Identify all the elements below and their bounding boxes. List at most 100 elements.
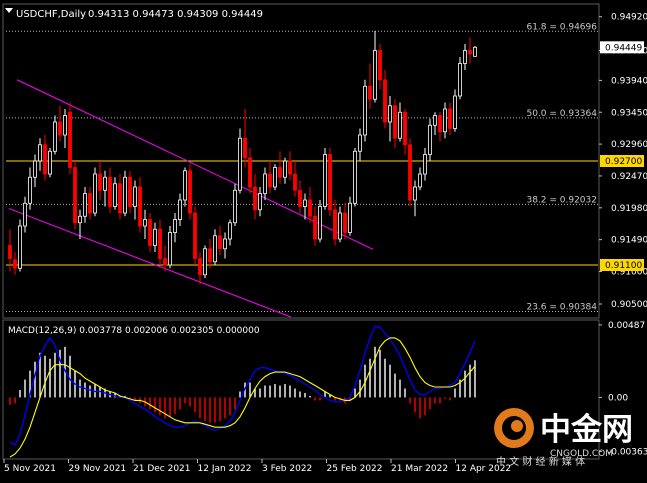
candle-body <box>93 173 97 214</box>
candle-body <box>453 95 457 129</box>
fib-level-label: 23.6 = 0.90384 <box>526 303 597 313</box>
candle-body <box>118 183 122 214</box>
candle-body <box>228 222 232 240</box>
candle-body <box>183 170 187 201</box>
candle-body <box>413 186 417 201</box>
candle-body <box>353 150 357 204</box>
candle-body <box>163 258 167 266</box>
candle-body <box>428 124 432 155</box>
candle-body <box>343 212 347 233</box>
candle-body <box>198 258 202 276</box>
current-price-label: 0.94449 <box>605 43 642 53</box>
candle-body <box>258 193 262 211</box>
ohlc-values: 0.94313 0.94473 0.94309 0.94449 <box>88 9 263 20</box>
symbol-label: USDCHF,Daily <box>16 9 86 20</box>
candle-body <box>38 144 42 162</box>
time-tick-label: 3 Feb 2022 <box>262 464 312 474</box>
chart-background <box>0 0 647 479</box>
time-tick-label: 25 Feb 2022 <box>327 464 383 474</box>
candle-body <box>358 134 362 152</box>
candle-body <box>273 167 277 188</box>
candle-body <box>28 176 32 204</box>
candle-body <box>368 85 372 100</box>
price-tick-label: 0.92470 <box>611 172 647 182</box>
level-tag-label: 0.92700 <box>605 157 642 167</box>
candle-body <box>98 173 102 191</box>
candle-body <box>53 121 57 152</box>
candle-body <box>363 85 367 136</box>
price-tick-label: 0.91980 <box>611 204 647 214</box>
fib-level-label: 38.2 = 0.92032 <box>526 195 597 205</box>
time-tick-label: 21 Mar 2022 <box>391 464 448 474</box>
candle-body <box>388 105 392 123</box>
candle-body <box>43 144 47 175</box>
candle-body <box>348 202 352 233</box>
level-tag-label: 0.91100 <box>605 261 642 271</box>
candle-body <box>58 121 62 136</box>
candle-body <box>148 219 152 246</box>
price-tick-label: 0.93450 <box>611 108 647 118</box>
candle-body <box>278 167 282 178</box>
candle-body <box>13 259 17 269</box>
candle-body <box>193 212 197 259</box>
candle-body <box>138 186 142 227</box>
candle-body <box>213 235 217 263</box>
candle-body <box>78 215 82 224</box>
candle-body <box>443 108 447 133</box>
candle-body <box>423 154 427 175</box>
candle-body <box>168 232 172 266</box>
watermark-tagline: 中 文 财 经 新 媒 体 <box>496 455 585 468</box>
candle-body <box>263 173 267 194</box>
candle-body <box>298 189 302 207</box>
macd-tick-label: -0.00363 <box>608 447 647 457</box>
candle-body <box>308 199 312 217</box>
candle-body <box>458 63 462 97</box>
candle-body <box>113 183 117 207</box>
candle-body <box>243 137 247 159</box>
candle-body <box>328 154 332 211</box>
candle-body <box>333 209 337 240</box>
candle-body <box>373 50 377 100</box>
candle-body <box>208 248 212 263</box>
candle-body <box>418 173 422 188</box>
candle-body <box>398 111 402 139</box>
watermark-brand: 中金网 <box>540 412 633 448</box>
candle-body <box>378 50 382 81</box>
candle-body <box>128 176 132 207</box>
candle-body <box>218 235 222 250</box>
candle-body <box>68 111 72 168</box>
candle-body <box>463 50 467 64</box>
candle-body <box>223 238 227 250</box>
candle-body <box>318 206 322 240</box>
candle-body <box>248 157 252 188</box>
candle-body <box>203 248 207 276</box>
price-tick-label: 0.94920 <box>611 13 647 23</box>
candle-body <box>23 202 27 227</box>
macd-tick-label: 0.00 <box>608 393 628 403</box>
price-tick-label: 0.92960 <box>611 140 647 150</box>
candle-body <box>438 115 442 133</box>
candle-body <box>408 144 412 201</box>
candle-body <box>433 115 437 126</box>
candle-body <box>143 219 147 227</box>
time-tick-label: 29 Nov 2021 <box>69 464 127 474</box>
candle-body <box>473 46 477 57</box>
time-tick-label: 21 Dec 2021 <box>133 464 191 474</box>
chart-window[interactable]: 61.8 = 0.94696 50.0 = 0.93364 38.2 = 0.920… <box>0 0 647 479</box>
candle-body <box>338 212 342 240</box>
candle-body <box>233 189 237 224</box>
fib-level-label: 61.8 = 0.94696 <box>526 22 597 32</box>
candle-body <box>158 228 162 259</box>
candle-body <box>303 199 307 207</box>
time-tick-label: 12 Jan 2022 <box>198 464 252 474</box>
candle-body <box>468 50 472 55</box>
candle-body <box>173 219 177 233</box>
candle-body <box>313 215 317 240</box>
chart-svg: 61.8 = 0.94696 50.0 = 0.93364 38.2 = 0.920… <box>0 0 647 479</box>
price-tick-label: 0.90500 <box>611 300 647 310</box>
candle-body <box>283 160 287 178</box>
candle-body <box>133 186 137 207</box>
candle-body <box>323 154 327 207</box>
candle-body <box>238 137 242 191</box>
candle-body <box>393 105 397 139</box>
